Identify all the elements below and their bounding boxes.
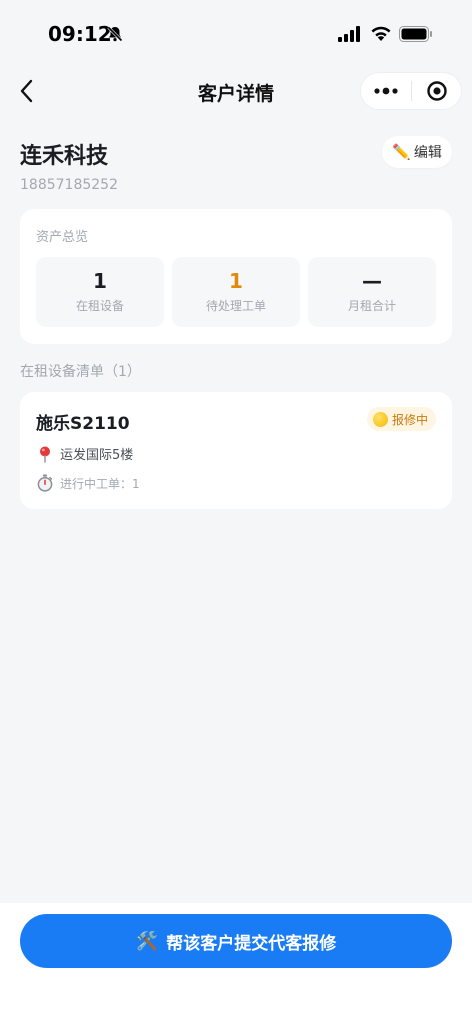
miniprogram-capsule xyxy=(360,72,462,110)
target-close-icon xyxy=(426,81,447,101)
stat-label: 月租合计 xyxy=(347,299,396,313)
asset-overview-card: 资产总览 1 在租设备 1 待处理工单 — 月租合计 xyxy=(20,209,452,344)
stat-pending-orders[interactable]: 1 待处理工单 xyxy=(172,257,300,327)
status-badge: 报修中 xyxy=(366,407,436,431)
wifi-icon xyxy=(371,26,391,41)
bottom-action-bar: 🛠️ 帮该客户提交代客报修 xyxy=(0,903,472,1024)
device-list-title: 在租设备清单（1） xyxy=(20,364,141,380)
status-bar: 09:12 xyxy=(0,0,472,70)
device-location-text: 运发国际5楼 xyxy=(60,448,134,463)
yellow-circle-icon xyxy=(372,411,388,427)
asset-overview-title: 资产总览 xyxy=(36,230,89,245)
customer-name: 连禾科技 xyxy=(20,144,109,169)
stat-rented-devices[interactable]: 1 在租设备 xyxy=(36,257,164,327)
back-button[interactable] xyxy=(12,76,42,106)
stat-label: 待处理工单 xyxy=(205,299,266,313)
pin-icon xyxy=(40,446,50,463)
edit-button[interactable]: ✏️ 编辑 xyxy=(382,136,452,168)
chevron-left-icon xyxy=(20,79,33,103)
pencil-icon: ✏️ xyxy=(392,143,411,161)
stat-monthly-rent[interactable]: — 月租合计 xyxy=(308,257,436,327)
device-location: 运发国际5楼 xyxy=(36,444,133,463)
stat-label: 在租设备 xyxy=(75,299,124,313)
stat-value: 1 xyxy=(229,269,243,293)
hammer-wrench-icon: 🛠️ xyxy=(135,930,159,952)
edit-label: 编辑 xyxy=(413,145,442,161)
more-dots-icon xyxy=(374,87,398,95)
more-button[interactable] xyxy=(361,73,411,109)
submit-repair-button[interactable]: 🛠️ 帮该客户提交代客报修 xyxy=(20,914,452,968)
customer-phone: 18857185252 xyxy=(20,177,118,193)
bell-muted-icon xyxy=(107,26,123,42)
signal-icon xyxy=(338,26,360,42)
device-name: 施乐S2110 xyxy=(36,414,130,434)
submit-repair-label: 帮该客户提交代客报修 xyxy=(166,933,337,954)
close-miniprogram-button[interactable] xyxy=(412,73,461,109)
device-orders: 进行中工单：1 xyxy=(36,474,140,492)
stopwatch-icon xyxy=(37,474,53,492)
stat-value: 1 xyxy=(93,269,107,293)
status-time: 09:12 xyxy=(48,22,112,46)
battery-icon xyxy=(399,26,432,42)
device-orders-text: 进行中工单：1 xyxy=(60,476,140,491)
nav-bar: 客户详情 xyxy=(0,70,472,114)
status-badge-label: 报修中 xyxy=(391,412,428,427)
stat-value: — xyxy=(362,269,382,293)
device-card[interactable]: 施乐S2110 报修中 运发国际5楼 进行中工单：1 xyxy=(20,392,452,509)
